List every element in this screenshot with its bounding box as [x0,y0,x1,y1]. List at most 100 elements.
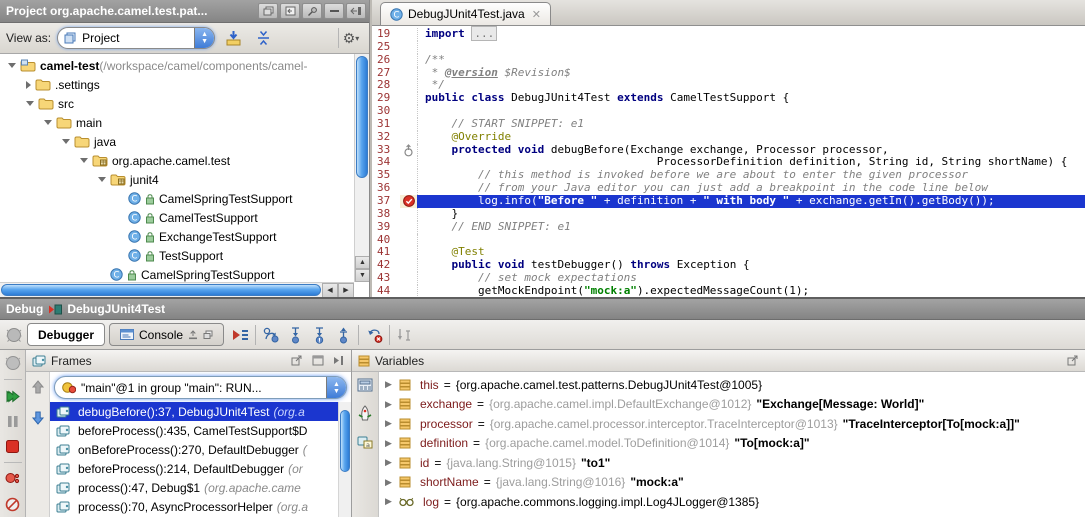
scroll-down-button[interactable]: ▼ [355,269,369,282]
code-text: import ... [417,28,1085,41]
frames-scroll-thumb[interactable] [340,410,350,472]
code-line-19[interactable]: 19import ... [372,28,1085,41]
stack-frame-icon [56,444,70,456]
tree-item-testsupport[interactable]: CTestSupport [0,246,354,265]
variable-row-processor[interactable]: ▶processor = {org.apache.camel.processor… [379,414,1085,434]
pause-button[interactable] [4,412,22,430]
tree-vertical-scrollbar[interactable]: ▲ ▼ [354,54,369,282]
tree-item-camelspringtestsupport[interactable]: CCamelSpringTestSupport [0,189,354,208]
frames-float-button[interactable] [291,355,303,366]
breakpoint-icon[interactable] [400,195,417,208]
tab-console[interactable]: Console [109,323,224,346]
hide-window-button[interactable] [346,3,366,19]
auto-variables-mode-button[interactable]: a [357,435,373,454]
pop-frame-button[interactable] [362,323,386,347]
expand-icon[interactable]: ▶ [385,399,394,410]
tree-item-src[interactable]: src [0,94,354,113]
tree-horizontal-scrollbar[interactable]: ◀ ▶ [0,282,354,297]
resume-button[interactable] [4,387,22,405]
variables-float-button[interactable] [1067,355,1079,366]
step-over-button[interactable] [259,323,283,347]
previous-frame-button[interactable] [31,380,45,399]
autoscroll-to-source-button[interactable] [221,27,245,49]
frame-row-3[interactable]: beforeProcess():214, DefaultDebugger (or [50,459,351,478]
view-as-select[interactable]: Project ▲▼ [57,27,215,49]
variable-row-shortName[interactable]: ▶shortName = {java.lang.String@1016}"moc… [379,473,1085,493]
variable-row-exchange[interactable]: ▶exchange = {org.apache.camel.impl.Defau… [379,395,1085,415]
expand-icon[interactable]: ▶ [385,418,394,429]
tree-item-java[interactable]: java [0,132,354,151]
tree-item-exchangetestsupport[interactable]: CExchangeTestSupport [0,227,354,246]
variable-row-this[interactable]: ▶this = {org.apache.camel.test.patterns.… [379,375,1085,395]
frames-window-button[interactable] [312,355,324,366]
tree-item-cameltestsupport[interactable]: CCamelTestSupport [0,208,354,227]
frame-row-4[interactable]: process():47, Debug$1 (org.apache.came [50,478,351,497]
tree-item-camel-test[interactable]: camel-test (/workspace/camel/components/… [0,56,354,75]
expand-icon[interactable]: ▶ [385,477,394,488]
code-line-39[interactable]: 39 // END SNIPPET: e1 [372,221,1085,234]
editor-tab[interactable]: C DebugJUnit4Test.java ✕ [380,2,551,25]
frame-row-2[interactable]: onBeforeProcess():270, DefaultDebugger ( [50,440,351,459]
collapse-all-button[interactable] [251,27,275,49]
project-view-icon [64,32,77,44]
code-editor[interactable]: 19import ...2526/**27 * @version $Revisi… [372,26,1085,297]
code-line-27[interactable]: 27 * @version $Revision$ [372,67,1085,80]
tree-hscroll-thumb[interactable] [1,284,321,296]
view-breakpoints-button[interactable] [4,470,22,488]
variable-row-definition[interactable]: ▶definition = {org.apache.camel.model.To… [379,434,1085,454]
next-frame-button[interactable] [31,411,45,430]
step-into-button[interactable] [283,323,307,347]
tree-item-org-apache-camel-test[interactable]: org.apache.camel.test [0,151,354,170]
tab-debugger[interactable]: Debugger [27,323,105,346]
tree-vscroll-thumb[interactable] [356,56,368,178]
show-execution-point-button[interactable] [228,323,252,347]
pin-window-button[interactable] [302,3,322,19]
thread-selector[interactable]: "main"@1 in group "main": RUN... ▲▼ [54,376,347,399]
override-marker-icon[interactable] [400,144,417,157]
tree-item-main[interactable]: main [0,113,354,132]
tree-item-junit4[interactable]: junit4 [0,170,354,189]
code-line-37[interactable]: 37 log.info("Before " + definition + " w… [372,195,1085,208]
expand-icon[interactable]: ▶ [385,457,394,468]
scroll-up-button[interactable]: ▲ [355,256,369,269]
run-to-cursor-button[interactable] [393,323,417,347]
debug-header: Debug DebugJUnit4Test [0,299,1085,320]
rerun-disabled-button[interactable] [4,354,22,372]
settings-menu-button[interactable]: ⚙▾ [338,27,363,49]
frames-scrollbar[interactable] [338,402,351,517]
scroll-left-button[interactable]: ◀ [322,283,338,298]
expand-icon[interactable]: ▶ [385,438,394,449]
tree-expand-icon[interactable] [98,177,106,182]
close-tab-icon[interactable]: ✕ [532,8,541,21]
code-line-29[interactable]: 29public class DebugJUnit4Test extends C… [372,92,1085,105]
frames-hide-button[interactable] [333,355,345,366]
minimize-window-button[interactable] [324,3,344,19]
tree-expand-icon[interactable] [44,120,52,125]
tree-expand-icon[interactable] [80,158,88,163]
dock-window-button[interactable] [280,3,300,19]
code-line-44[interactable]: 44 getMockEndpoint("mock:a").expectedMes… [372,285,1085,297]
rerun-button[interactable] [5,326,23,344]
frame-row-1[interactable]: beforeProcess():435, CamelTestSupport$D [50,421,351,440]
variable-row-id[interactable]: ▶id = {java.lang.String@1015}"to1" [379,453,1085,473]
tree-expand-icon[interactable] [62,139,70,144]
tree-expand-icon[interactable] [8,63,16,68]
stop-button[interactable] [4,437,22,455]
evaluate-expression-button[interactable] [357,378,373,397]
code-line-25[interactable]: 25 [372,41,1085,54]
frames-a-icon: a [357,435,373,449]
variable-row-log[interactable]: ▶log = {org.apache.commons.logging.impl.… [379,492,1085,512]
frame-row-0[interactable]: debugBefore():37, DebugJUnit4Test (org.a [50,402,351,421]
duke-helper-button[interactable] [358,405,372,427]
tree-expand-icon[interactable] [26,101,34,106]
force-step-into-button[interactable]: ! [307,323,331,347]
step-out-button[interactable] [331,323,355,347]
expand-icon[interactable]: ▶ [385,496,394,507]
float-window-button[interactable] [258,3,278,19]
frame-row-5[interactable]: process():70, AsyncProcessorHelper (org.… [50,497,351,516]
expand-icon[interactable]: ▶ [385,379,394,390]
tree-expand-icon[interactable] [26,81,31,89]
mute-breakpoints-button[interactable] [4,495,22,513]
tree-item--settings[interactable]: .settings [0,75,354,94]
scroll-right-button[interactable]: ▶ [338,283,354,298]
